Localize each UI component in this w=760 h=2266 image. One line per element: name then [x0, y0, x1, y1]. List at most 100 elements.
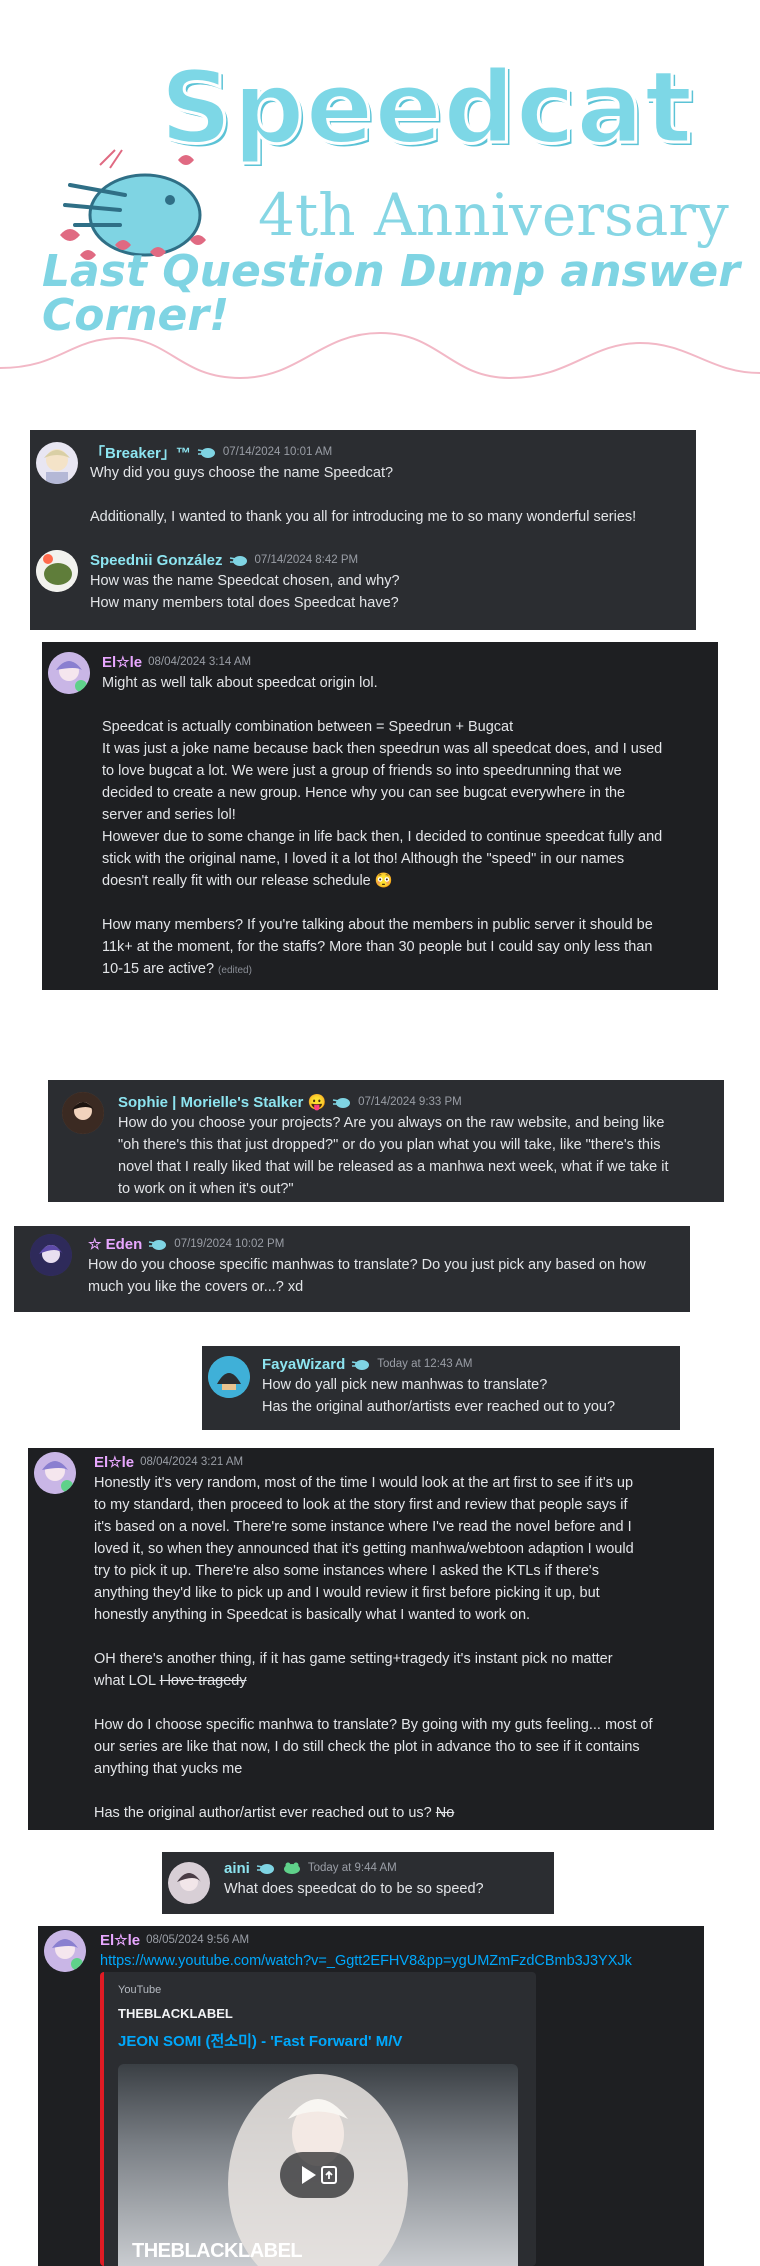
- message-line: loved it, so when they announced that it…: [94, 1541, 634, 1557]
- message-line: [94, 1626, 704, 1648]
- message-line: it's based on a novel. There're some ins…: [94, 1519, 632, 1535]
- username[interactable]: 「Breaker」™: [90, 442, 191, 463]
- timestamp: 07/14/2024 8:42 PM: [254, 554, 359, 566]
- message-line: to my standard, then proceed to look at …: [94, 1497, 628, 1513]
- timestamp: 07/14/2024 10:01 AM: [222, 446, 333, 458]
- username[interactable]: Sophie | Morielle's Stalker 😛: [118, 1093, 326, 1111]
- video-watermark: THEBLACKLABEL: [132, 2240, 303, 2262]
- timestamp: 08/04/2024 3:21 AM: [140, 1456, 244, 1468]
- message-line: what LOL I love tragedy: [94, 1670, 704, 1692]
- message-text: Has the original author/artist ever reac…: [94, 1805, 436, 1821]
- avatar[interactable]: [48, 652, 90, 694]
- avatar[interactable]: [44, 1930, 86, 1972]
- embed-provider: YouTube: [118, 1984, 162, 1996]
- message-line: How many members? If you're talking abou…: [102, 917, 653, 933]
- avatar[interactable]: [36, 442, 78, 484]
- message-line: to work on it when it's out?": [118, 1181, 294, 1197]
- message-line: Additionally, I wanted to thank you all …: [90, 509, 637, 525]
- message-line: novel that I really liked that will be r…: [118, 1159, 669, 1175]
- message-line: [102, 694, 702, 716]
- message-body: How do yall pick new manhwas to translat…: [262, 1374, 672, 1418]
- username[interactable]: El☆le: [100, 1931, 140, 1949]
- message-line: decided to create a new group. Hence why…: [102, 785, 626, 801]
- message-line: How do yall pick new manhwas to translat…: [262, 1377, 548, 1393]
- question-panel-aini: aini Today at 9:44 AM What does speedcat…: [162, 1852, 554, 1914]
- message-line: 10-15 are active? (edited): [102, 958, 702, 982]
- message-line: much you like the covers or...? xd: [88, 1279, 304, 1295]
- answer-panel-3: El☆le 08/05/2024 9:56 AM https://www.you…: [38, 1926, 704, 2266]
- logo-subtitle: 4th Anniversary: [258, 181, 729, 249]
- username[interactable]: aini: [224, 1860, 250, 1877]
- message-text: 10-15 are active?: [102, 961, 215, 977]
- strikethrough-text: No: [435, 1805, 455, 1821]
- message-line: doesn't really fit with our release sche…: [102, 873, 393, 889]
- message-line: How was the name Speedcat chosen, and wh…: [90, 573, 400, 589]
- message-line: "oh there's this that just dropped?" or …: [118, 1137, 661, 1153]
- message-line: It was just a joke name because back the…: [102, 741, 663, 757]
- speedcat-badge-icon: [229, 556, 247, 566]
- speedcat-badge-icon: [256, 1864, 274, 1874]
- answer-panel-2: El☆le 08/04/2024 3:21 AM Honestly it's v…: [28, 1448, 714, 1830]
- timestamp: 08/04/2024 3:14 AM: [148, 656, 252, 668]
- message-line: [94, 1780, 704, 1802]
- message-body: Honestly it's very random, most of the t…: [94, 1472, 704, 1824]
- question-panel-1: 「Breaker」™ 07/14/2024 10:01 AM Why did y…: [30, 430, 696, 630]
- message-line: Speedcat is actually combination between…: [102, 719, 514, 735]
- username[interactable]: Speednii González: [90, 552, 223, 569]
- message-text: what LOL: [94, 1673, 160, 1689]
- strikethrough-text: I love tragedy: [159, 1673, 247, 1689]
- message-line: How do I choose specific manhwa to trans…: [94, 1717, 653, 1733]
- message-line: OH there's another thing, if it has game…: [94, 1651, 613, 1667]
- message-line: our series are like that now, I do still…: [94, 1739, 640, 1755]
- timestamp: Today at 9:44 AM: [307, 1862, 397, 1874]
- avatar[interactable]: [208, 1356, 250, 1398]
- question-panel-sophie: Sophie | Morielle's Stalker 😛 07/14/2024…: [48, 1080, 724, 1202]
- speedcat-badge-icon: [352, 1360, 370, 1370]
- youtube-embed: YouTube THEBLACKLABEL JEON SOMI (전소미) - …: [100, 1972, 536, 2266]
- message-line: [102, 892, 702, 914]
- message-line: anything that yucks me: [94, 1761, 243, 1777]
- message-line: What does speedcat do to be so speed?: [224, 1881, 484, 1897]
- message-body: How was the name Speedcat chosen, and wh…: [90, 570, 400, 614]
- timestamp: 08/05/2024 9:56 AM: [146, 1934, 250, 1946]
- message-line: server and series lol!: [102, 807, 236, 823]
- message-line: Has the original author/artists ever rea…: [262, 1399, 616, 1415]
- embed-author[interactable]: THEBLACKLABEL: [118, 2006, 233, 2021]
- avatar[interactable]: [34, 1452, 76, 1494]
- question-panel-faya: FayaWizard Today at 12:43 AM How do yall…: [202, 1346, 680, 1430]
- avatar[interactable]: [168, 1862, 210, 1904]
- youtube-link[interactable]: https://www.youtube.com/watch?v=_Ggtt2EF…: [100, 1950, 700, 1972]
- message-body: Might as well talk about speedcat origin…: [102, 672, 702, 982]
- message-line: anything they'd like to pick up and I wo…: [94, 1585, 600, 1601]
- message-line: Honestly it's very random, most of the t…: [94, 1475, 634, 1491]
- avatar[interactable]: [36, 550, 78, 592]
- message-body: Why did you guys choose the name Speedca…: [90, 462, 636, 528]
- video-thumbnail[interactable]: THEBLACKLABEL: [118, 2064, 518, 2266]
- play-icon: [302, 2166, 337, 2184]
- message-line: Has the original author/artist ever reac…: [94, 1802, 704, 1824]
- avatar[interactable]: [30, 1234, 72, 1276]
- speedcat-badge-icon: [197, 448, 215, 458]
- message-line: How many members total does Speedcat hav…: [90, 595, 399, 611]
- message-body: How do you choose your projects? Are you…: [118, 1112, 718, 1200]
- speedcat-badge-icon: [149, 1240, 167, 1250]
- username[interactable]: El☆le: [102, 653, 142, 671]
- logo-title: Speedcat: [158, 49, 694, 166]
- timestamp: 07/14/2024 9:33 PM: [358, 1096, 462, 1108]
- message-line: to love bugcat a lot. We were just a gro…: [102, 763, 622, 779]
- message-line: Why did you guys choose the name Speedca…: [90, 465, 394, 481]
- play-button[interactable]: [280, 2152, 354, 2198]
- message-body: How do you choose specific manhwas to tr…: [88, 1254, 688, 1298]
- message-line: try to pick it up. There're also some in…: [94, 1563, 599, 1579]
- username[interactable]: FayaWizard: [262, 1356, 345, 1373]
- message-line: However due to some change in life back …: [102, 829, 663, 845]
- edited-label: (edited): [218, 965, 252, 976]
- username[interactable]: ☆ Eden: [88, 1235, 142, 1253]
- message-line: How do you choose your projects? Are you…: [118, 1115, 665, 1131]
- message-line: stick with the original name, I loved it…: [102, 851, 625, 867]
- username[interactable]: El☆le: [94, 1453, 134, 1471]
- embed-title[interactable]: JEON SOMI (전소미) - 'Fast Forward' M/V: [118, 2030, 402, 2051]
- message-body: What does speedcat do to be so speed?: [224, 1878, 544, 1900]
- avatar[interactable]: [62, 1092, 104, 1134]
- message-line: How do you choose specific manhwas to tr…: [88, 1257, 646, 1273]
